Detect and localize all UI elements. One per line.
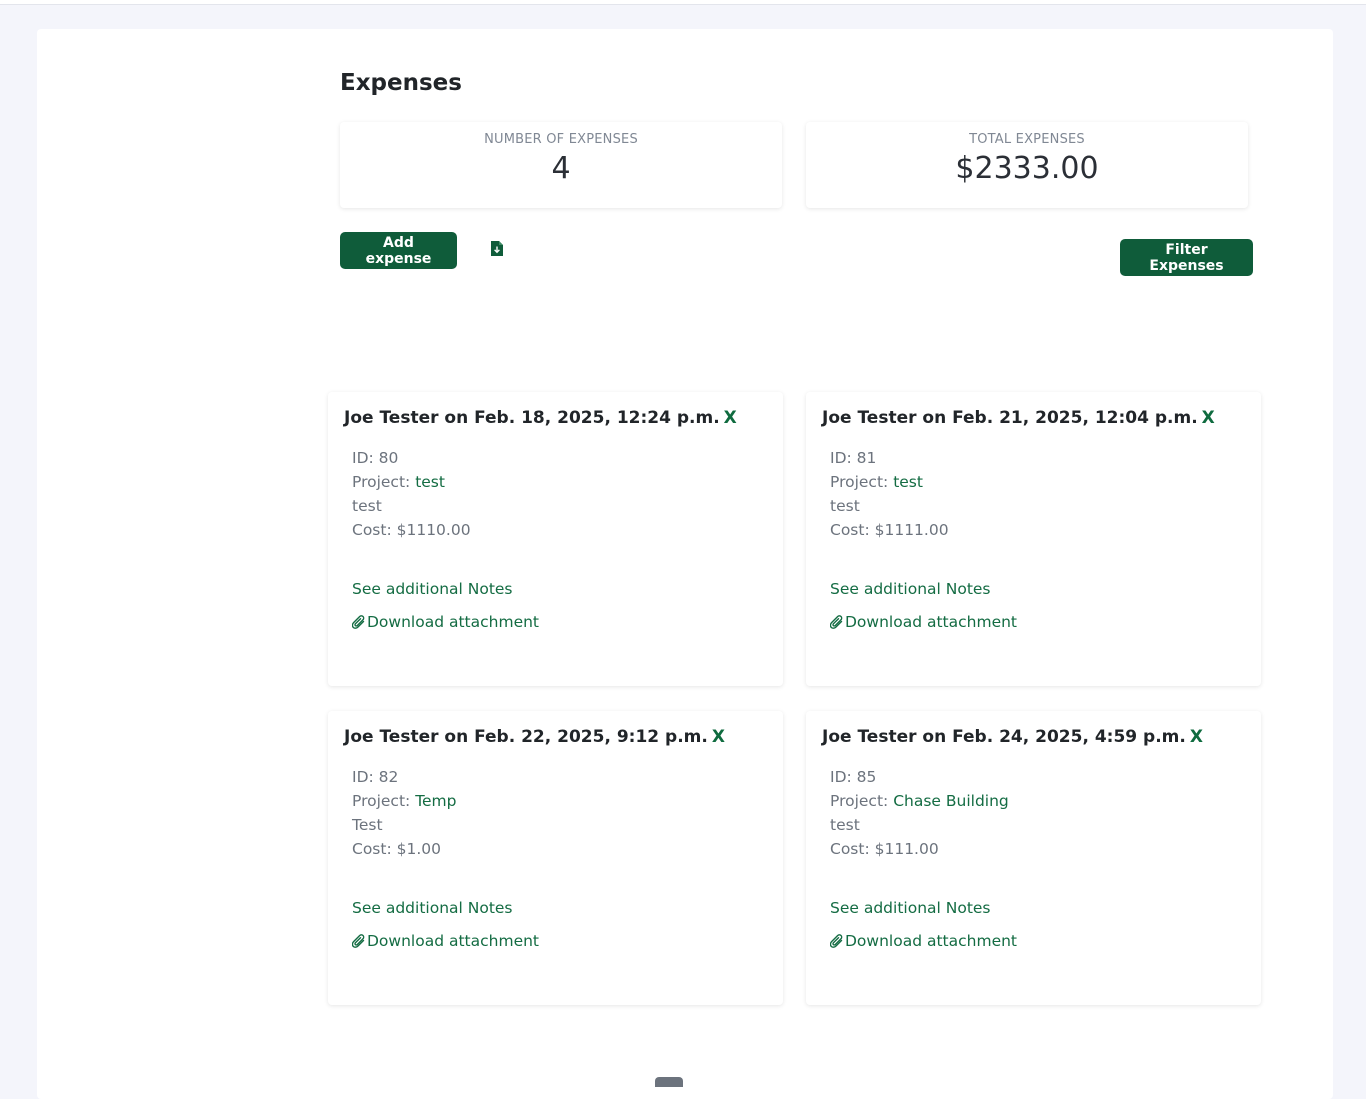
delete-expense-button[interactable]: X — [724, 408, 737, 428]
project-link[interactable]: test — [893, 473, 923, 491]
expense-description: test — [352, 497, 382, 515]
filter-expenses-button[interactable]: Filter Expenses — [1120, 239, 1253, 276]
pagination-button[interactable] — [655, 1077, 683, 1087]
expense-title: Joe Tester on Feb. 24, 2025, 4:59 p.m. X — [822, 727, 1203, 747]
download-attachment-link[interactable]: Download attachment — [830, 932, 1017, 950]
paperclip-icon — [830, 614, 843, 629]
expense-title: Joe Tester on Feb. 22, 2025, 9:12 p.m. X — [344, 727, 725, 747]
expense-title-text: Joe Tester on Feb. 22, 2025, 9:12 p.m. — [344, 727, 708, 747]
expense-title-text: Joe Tester on Feb. 24, 2025, 4:59 p.m. — [822, 727, 1186, 747]
page-title: Expenses — [340, 70, 462, 96]
expense-id: ID: 80 — [352, 449, 399, 467]
stat-card-count: NUMBER OF EXPENSES 4 — [340, 122, 782, 208]
top-nav-bar — [0, 0, 1366, 5]
expense-title: Joe Tester on Feb. 21, 2025, 12:04 p.m. X — [822, 408, 1215, 428]
expense-project: Project: test — [830, 470, 949, 494]
see-notes-link[interactable]: See additional Notes — [830, 580, 991, 598]
expense-project: Project: Chase Building — [830, 789, 1009, 813]
expense-id: ID: 81 — [830, 449, 877, 467]
stat-card-total: TOTAL EXPENSES $2333.00 — [806, 122, 1248, 208]
expense-cost: Cost: $1.00 — [352, 840, 441, 858]
stat-count-label: NUMBER OF EXPENSES — [484, 132, 638, 147]
expense-card: Joe Tester on Feb. 18, 2025, 12:24 p.m. X… — [328, 392, 783, 686]
see-notes-link[interactable]: See additional Notes — [830, 899, 991, 917]
delete-expense-button[interactable]: X — [1190, 727, 1203, 747]
expense-cost: Cost: $111.00 — [830, 840, 939, 858]
attachment-label: Download attachment — [845, 932, 1018, 950]
stat-total-value: $2333.00 — [955, 151, 1099, 186]
expense-card: Joe Tester on Feb. 22, 2025, 9:12 p.m. X … — [328, 711, 783, 1005]
project-link[interactable]: test — [415, 473, 445, 491]
attachment-label: Download attachment — [845, 613, 1018, 631]
project-prefix: Project: — [352, 792, 416, 810]
expense-id: ID: 85 — [830, 768, 877, 786]
expense-details: ID: 85 Project: Chase Building test Cost… — [830, 765, 1009, 861]
project-link[interactable]: Temp — [415, 792, 456, 810]
project-prefix: Project: — [352, 473, 416, 491]
expense-project: Project: Temp — [352, 789, 457, 813]
download-attachment-link[interactable]: Download attachment — [352, 613, 539, 631]
delete-expense-button[interactable]: X — [712, 727, 725, 747]
delete-expense-button[interactable]: X — [1202, 408, 1215, 428]
stat-count-value: 4 — [551, 151, 571, 186]
expense-cost: Cost: $1111.00 — [830, 521, 949, 539]
see-notes-link[interactable]: See additional Notes — [352, 580, 513, 598]
project-prefix: Project: — [830, 473, 894, 491]
see-notes-link[interactable]: See additional Notes — [352, 899, 513, 917]
project-prefix: Project: — [830, 792, 894, 810]
stat-total-label: TOTAL EXPENSES — [969, 132, 1085, 147]
expense-title-text: Joe Tester on Feb. 18, 2025, 12:24 p.m. — [344, 408, 720, 428]
expense-details: ID: 80 Project: test test Cost: $1110.00 — [352, 446, 471, 542]
expense-details: ID: 82 Project: Temp Test Cost: $1.00 — [352, 765, 457, 861]
expense-title: Joe Tester on Feb. 18, 2025, 12:24 p.m. X — [344, 408, 737, 428]
expense-description: Test — [352, 816, 383, 834]
expense-title-text: Joe Tester on Feb. 21, 2025, 12:04 p.m. — [822, 408, 1198, 428]
download-attachment-link[interactable]: Download attachment — [830, 613, 1017, 631]
add-expense-button[interactable]: Add expense — [340, 232, 457, 269]
paperclip-icon — [352, 614, 365, 629]
attachment-label: Download attachment — [367, 932, 540, 950]
attachment-label: Download attachment — [367, 613, 540, 631]
expense-cost: Cost: $1110.00 — [352, 521, 471, 539]
expense-card: Joe Tester on Feb. 21, 2025, 12:04 p.m. X… — [806, 392, 1261, 686]
file-download-icon[interactable] — [490, 240, 504, 257]
paperclip-icon — [830, 933, 843, 948]
expense-id: ID: 82 — [352, 768, 399, 786]
download-attachment-link[interactable]: Download attachment — [352, 932, 539, 950]
expense-details: ID: 81 Project: test test Cost: $1111.00 — [830, 446, 949, 542]
expense-description: test — [830, 497, 860, 515]
project-link[interactable]: Chase Building — [893, 792, 1009, 810]
expense-description: test — [830, 816, 860, 834]
paperclip-icon — [352, 933, 365, 948]
expense-project: Project: test — [352, 470, 471, 494]
expense-card: Joe Tester on Feb. 24, 2025, 4:59 p.m. X … — [806, 711, 1261, 1005]
